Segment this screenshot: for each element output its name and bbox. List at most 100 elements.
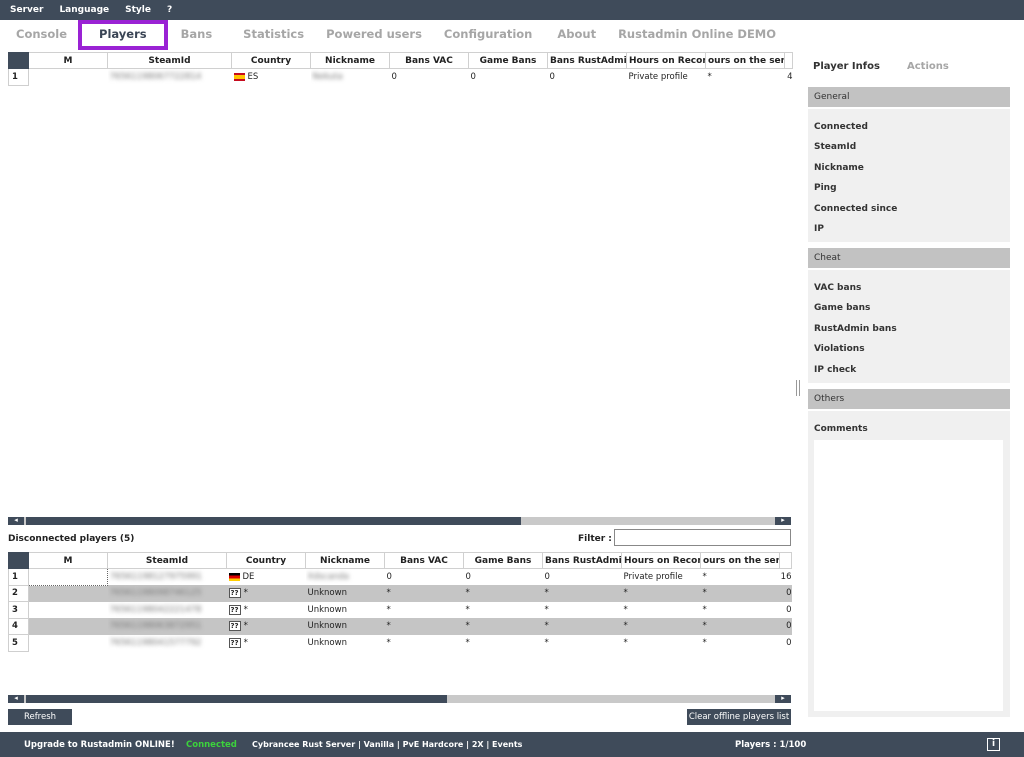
col-bans-vac[interactable]: Bans VAC (389, 52, 469, 69)
table-row[interactable]: 2 76561198098746125 ?? * Unknown * * * * … (8, 584, 792, 602)
tab-online-demo[interactable]: Rustadmin Online DEMO (607, 20, 787, 50)
table-row[interactable]: 4 76561198063872951 ?? * Unknown * * * * … (8, 617, 792, 635)
cell-game-bans: 0 (465, 572, 471, 582)
steamid-text: 76561198042221478 (109, 604, 202, 615)
tab-statistics[interactable]: Statistics (223, 20, 315, 50)
row-number[interactable]: 3 (8, 601, 29, 619)
refresh-button[interactable]: Refresh (8, 709, 72, 725)
tab-players[interactable]: Players (78, 20, 168, 50)
col-hours-record[interactable]: Hours on Record (621, 552, 701, 569)
steamid-text: 76561198127975991 (110, 572, 202, 582)
tab-powered-users[interactable]: Powered users (315, 20, 433, 50)
col-steamid[interactable]: SteamId (107, 552, 227, 569)
filter-input[interactable] (614, 529, 791, 546)
spain-flag-icon (233, 72, 245, 81)
cell-m[interactable] (28, 568, 108, 586)
cell-m (28, 618, 108, 635)
table-row[interactable]: 1 76561198127975991 DE Xdscanda 0 0 0 Pr… (8, 568, 792, 586)
unknown-flag-icon: ?? (228, 604, 241, 615)
scroll-left-button[interactable]: ◂ (8, 695, 24, 703)
cell-steamid: 76561198041577792 (108, 635, 227, 652)
row-number[interactable]: 2 (8, 584, 29, 602)
col-country[interactable]: Country (231, 52, 311, 69)
col-hours-server[interactable]: ours on the serv (700, 552, 780, 569)
cell-hours-record: * (621, 618, 701, 635)
table-row[interactable]: 1 76561198067722814 ES Nekuta 0 0 0 Priv… (8, 68, 793, 86)
scroll-thumb[interactable] (26, 517, 521, 525)
cell-m (29, 602, 108, 619)
section-general-header[interactable]: General (808, 87, 1010, 107)
cell-hours-record: * (623, 604, 628, 615)
row-number[interactable]: 4 (8, 617, 29, 635)
cell-extra: 4 (787, 72, 793, 82)
col-bans-rustadmin[interactable]: Bans RustAdmin (542, 552, 622, 569)
col-steamid[interactable]: SteamId (107, 52, 232, 69)
country-code: DE (242, 572, 255, 582)
menu-style[interactable]: Style (125, 5, 151, 15)
comments-textarea[interactable] (814, 440, 1003, 711)
row-number[interactable]: 1 (8, 68, 29, 86)
steamid-text: 76561198098746125 (109, 588, 202, 599)
col-game-bans[interactable]: Game Bans (463, 552, 543, 569)
section-others-header[interactable]: Others (808, 389, 1010, 409)
menu-server[interactable]: Server (10, 5, 43, 15)
scroll-left-button[interactable]: ◂ (8, 517, 24, 525)
info-ip: IP (814, 224, 824, 234)
scroll-right-button[interactable]: ▸ (775, 695, 791, 703)
grid-corner[interactable] (8, 52, 29, 69)
scroll-right-button[interactable]: ▸ (775, 517, 791, 525)
menu-language[interactable]: Language (59, 5, 109, 15)
tab-configuration[interactable]: Configuration (433, 20, 543, 50)
col-bans-rustadmin[interactable]: Bans RustAdmin (547, 52, 627, 69)
country-code: ES (247, 72, 259, 82)
table-row[interactable]: 5 76561198041577792 ?? * Unknown * * * * … (8, 634, 792, 652)
col-game-bans[interactable]: Game Bans (468, 52, 548, 69)
col-nickname[interactable]: Nickname (310, 52, 390, 69)
disconnected-players-grid: M SteamId Country Nickname Bans VAC Game… (8, 552, 792, 652)
clear-offline-players-button[interactable]: Clear offline players list (687, 709, 791, 725)
section-cheat-header[interactable]: Cheat (808, 248, 1010, 268)
tab-console[interactable]: Console (0, 20, 78, 50)
cell-hours-record: * (623, 637, 628, 648)
table-row[interactable]: 3 76561198042221478 ?? * Unknown * * * * … (8, 601, 792, 619)
scroll-thumb[interactable] (26, 695, 447, 703)
col-bans-vac[interactable]: Bans VAC (384, 552, 464, 569)
cell-country: ?? * (227, 602, 306, 619)
cell-bans-rustadmin: * (544, 637, 549, 648)
cell-nickname: Unknown (307, 637, 347, 648)
country-code: * (243, 637, 248, 648)
info-game-bans: Game bans (814, 303, 871, 313)
tab-about[interactable]: About (543, 20, 607, 50)
col-country[interactable]: Country (226, 552, 306, 569)
row-number[interactable]: 5 (8, 634, 29, 652)
cell-game-bans: * (465, 604, 470, 615)
menu-help[interactable]: ? (167, 5, 172, 15)
tab-bans[interactable]: Bans (168, 20, 224, 50)
upgrade-link[interactable]: Upgrade to Rustadmin ONLINE! (24, 740, 175, 750)
cell-game-bans: 0 (470, 72, 476, 82)
tab-actions[interactable]: Actions (907, 61, 949, 72)
info-ping: Ping (814, 183, 837, 193)
cell-hours-server: * (702, 604, 707, 615)
tab-player-infos[interactable]: Player Infos (813, 61, 880, 72)
cell-country: ?? * (227, 635, 306, 652)
col-nickname[interactable]: Nickname (305, 552, 385, 569)
grid-corner[interactable] (8, 552, 29, 569)
filter-label: Filter : (578, 534, 612, 544)
status-bar: Upgrade to Rustadmin ONLINE! Connected C… (0, 732, 1024, 757)
col-m[interactable]: M (28, 52, 108, 69)
col-hours-server[interactable]: ours on the serv (705, 52, 785, 69)
info-vac-bans: VAC bans (814, 283, 862, 293)
info-steamid: SteamId (814, 142, 857, 152)
info-icon[interactable]: i (987, 738, 1000, 751)
info-nickname: Nickname (814, 163, 864, 173)
col-hours-record[interactable]: Hours on Record (626, 52, 706, 69)
unknown-flag-icon: ?? (228, 588, 241, 599)
disconnected-grid-hscrollbar[interactable]: ◂ ▸ (8, 695, 791, 703)
online-grid-hscrollbar[interactable]: ◂ ▸ (8, 517, 791, 525)
col-m[interactable]: M (28, 552, 108, 569)
cell-m (29, 635, 108, 652)
main-tabs: Console Players Bans Statistics Powered … (0, 20, 800, 50)
row-number[interactable]: 1 (8, 568, 29, 586)
cell-bans-vac: * (386, 604, 391, 615)
